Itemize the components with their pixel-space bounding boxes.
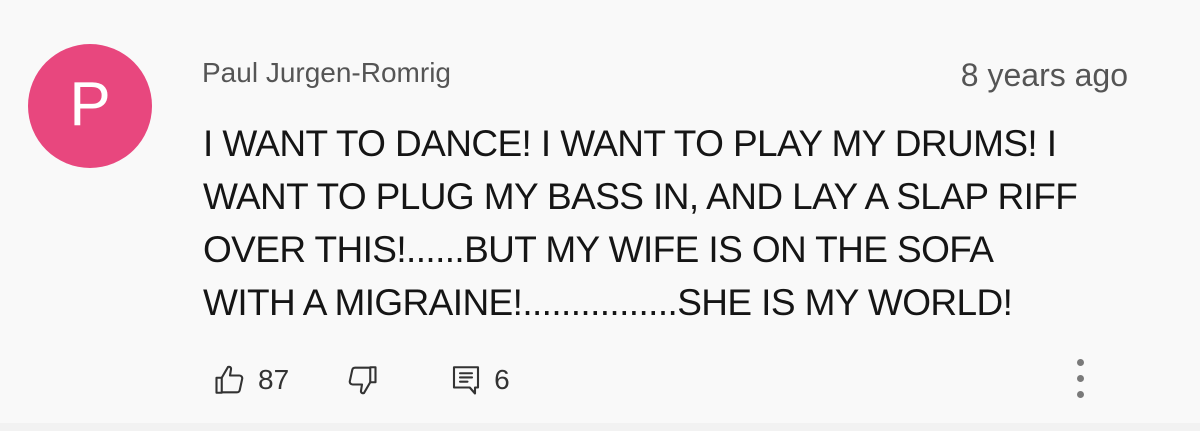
reply-comment-icon bbox=[448, 362, 484, 398]
comment-author[interactable]: Paul Jurgen-Romrig bbox=[202, 55, 451, 91]
dislike-button[interactable] bbox=[344, 362, 380, 398]
comment-body-line: WANT TO PLUG MY BASS IN, AND LAY A SLAP … bbox=[203, 176, 1078, 217]
thumbs-up-icon bbox=[212, 362, 248, 398]
avatar[interactable]: P bbox=[28, 44, 152, 168]
more-options-button[interactable] bbox=[1064, 350, 1096, 406]
comment-body-line: WITH A MIGRAINE!................SHE IS M… bbox=[203, 282, 1013, 323]
like-button[interactable]: 87 bbox=[212, 362, 289, 398]
comment-actions: 87 6 bbox=[212, 356, 510, 404]
more-vertical-icon bbox=[1076, 390, 1084, 398]
comment-body-line: OVER THIS!......BUT MY WIFE IS ON THE SO… bbox=[203, 229, 994, 270]
avatar-letter: P bbox=[69, 70, 111, 139]
comment-timestamp[interactable]: 8 years ago bbox=[961, 56, 1128, 94]
more-vertical-icon bbox=[1076, 358, 1084, 366]
like-count: 87 bbox=[258, 364, 290, 395]
reply-button[interactable]: 6 bbox=[448, 362, 510, 398]
reply-count: 6 bbox=[494, 364, 510, 395]
thumbs-down-icon bbox=[344, 362, 380, 398]
divider bbox=[0, 423, 1200, 431]
comment-card: P Paul Jurgen-Romrig 8 years ago I WANT … bbox=[0, 0, 1200, 431]
more-vertical-icon bbox=[1076, 374, 1084, 382]
comment-body-line: I WANT TO DANCE! I WANT TO PLAY MY DRUMS… bbox=[203, 123, 1057, 164]
comment-body: I WANT TO DANCE! I WANT TO PLAY MY DRUMS… bbox=[203, 117, 1163, 329]
